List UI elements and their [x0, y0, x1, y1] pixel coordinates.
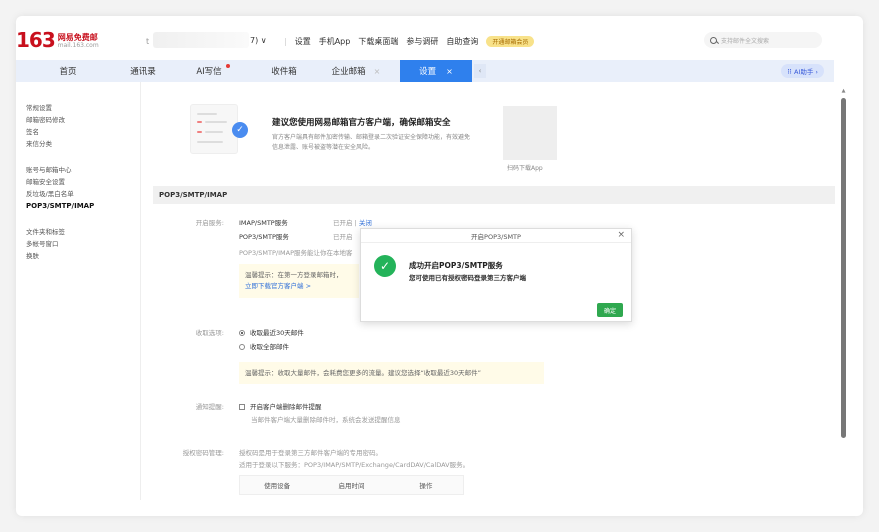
- notify-desc: 当邮件客户端大量删除邮件时，系统会发送提醒信息: [251, 416, 401, 424]
- top-links: | 设置 手机App 下载桌面端 参与调研 自助查询 开通邮箱会员: [284, 36, 535, 47]
- link-survey[interactable]: 参与调研: [406, 36, 438, 47]
- ai-helper-button[interactable]: ⠿ AI助手 ›: [781, 64, 824, 78]
- vip-button[interactable]: 开通邮箱会员: [486, 36, 535, 47]
- dialog-sub-message: 您可使用已有授权密码登录第三方客户端: [409, 274, 526, 282]
- success-dialog: 开启POP3/SMTP × ✓ 成功开启POP3/SMTP服务 您可使用已有授权…: [360, 228, 632, 322]
- sidebar-item-multi-account[interactable]: 多帐号窗口: [16, 238, 140, 250]
- col-enabled-time: 启用时间: [338, 482, 365, 490]
- scrollbar[interactable]: ▲: [841, 88, 846, 496]
- tab-home[interactable]: 首页: [16, 60, 120, 82]
- auth-table-header: 使用设备 启用时间 操作: [239, 475, 464, 495]
- link-desktop[interactable]: 下载桌面端: [358, 36, 398, 47]
- tab-ai-write-label: AI写信: [196, 67, 222, 77]
- sidebar-item-pop3[interactable]: POP3/SMTP/IMAP: [16, 200, 140, 212]
- auth-desc-1: 授权码是用于登录第三方邮件客户端的专用密码。: [239, 449, 382, 457]
- mail-logo[interactable]: 163 网易免费邮 mail.163.com: [16, 30, 99, 50]
- tab-close-icon[interactable]: ×: [446, 67, 453, 76]
- pop3-service: POP3/SMTP服务: [239, 233, 289, 241]
- radio-icon: [239, 344, 245, 350]
- tab-more-icon[interactable]: ‹: [474, 64, 486, 78]
- dialog-header: 开启POP3/SMTP ×: [361, 229, 631, 243]
- user-account-dropdown[interactable]: 7) ∨: [250, 36, 267, 45]
- auth-label: 授权密码管理:: [182, 449, 224, 457]
- imap-status: 已开启 | 关闭: [333, 219, 372, 227]
- tab-enterprise[interactable]: 企业邮箱 ×: [318, 60, 394, 82]
- tab-inbox[interactable]: 收件箱: [260, 60, 308, 82]
- imap-close-link[interactable]: 关闭: [359, 219, 372, 227]
- client-tip: 温馨提示：在第一方登录邮箱时，: [245, 271, 343, 279]
- client-tip-box: 温馨提示：在第一方登录邮箱时， 立即下载官方客户端 >: [239, 264, 359, 298]
- link-mobile-app[interactable]: 手机App: [319, 36, 351, 47]
- logo-cn: 网易免费邮: [57, 33, 98, 42]
- scroll-thumb[interactable]: [841, 98, 846, 438]
- imap-service: IMAP/SMTP服务: [239, 219, 288, 227]
- ok-button[interactable]: 确定: [597, 303, 623, 317]
- sidebar-item-signature[interactable]: 签名: [16, 126, 140, 138]
- sidebar-item-security[interactable]: 邮箱安全设置: [16, 176, 140, 188]
- pop3-status: 已开启: [333, 233, 353, 241]
- client-illustration: [190, 104, 238, 154]
- scroll-up-icon[interactable]: ▲: [841, 88, 846, 94]
- checkbox-icon: [239, 404, 245, 410]
- tab-settings-label: 设置: [419, 67, 437, 77]
- link-self-help[interactable]: 自助查询: [446, 36, 478, 47]
- sidebar-item-filter[interactable]: 来信分类: [16, 138, 140, 150]
- sidebar-item-antispam[interactable]: 反垃圾/黑白名单: [16, 188, 140, 200]
- auth-desc-2: 适用于登录以下服务：POP3/IMAP/SMTP/Exchange/CardDA…: [239, 461, 470, 469]
- search-icon: [710, 36, 717, 44]
- receive-tip: 温馨提示：收取大量邮件，会耗费您更多的流量。建议您选择“收取最近30天邮件”: [239, 362, 544, 384]
- tab-ai-write[interactable]: AI写信: [166, 60, 252, 82]
- success-check-icon: ✓: [374, 255, 396, 277]
- support-note: POP3/SMTP/IMAP服务能让你在本地客: [239, 249, 353, 257]
- receive-label: 收取选项:: [195, 329, 224, 337]
- tab-bar: 首页 通讯录 AI写信 收件箱 企业邮箱 × 设置 × ‹ ⠿ AI助手 ›: [16, 60, 834, 82]
- tab-close-icon[interactable]: ×: [374, 67, 381, 76]
- open-service-label: 开启服务:: [195, 219, 224, 227]
- search-input[interactable]: 支持邮件全文搜索: [704, 32, 822, 48]
- search-placeholder: 支持邮件全文搜索: [721, 37, 770, 45]
- qr-caption: 扫码下载App: [507, 165, 543, 172]
- notify-checkbox[interactable]: 开启客户端删除邮件提醒: [239, 401, 322, 411]
- logo-number: 163: [16, 28, 56, 52]
- user-account-blurred[interactable]: [153, 32, 249, 48]
- sidebar-item-account-center[interactable]: 账号与邮箱中心: [16, 164, 140, 176]
- new-dot-icon: [226, 64, 230, 68]
- tab-contacts[interactable]: 通讯录: [120, 60, 166, 82]
- promo-desc: 官方客户端具有邮件加密传输、邮箱登录二次验证安全保障功能，有效避免信息泄露、账号…: [272, 134, 471, 151]
- qr-code: [503, 106, 557, 160]
- tab-settings[interactable]: 设置 ×: [400, 60, 472, 82]
- radio-selected-icon: [239, 330, 245, 336]
- dialog-message: 成功开启POP3/SMTP服务: [409, 261, 503, 270]
- settings-sidebar: 常规设置 邮箱密码修改 签名 来信分类 账号与邮箱中心 邮箱安全设置 反垃圾/黑…: [16, 82, 141, 500]
- receive-option-30days[interactable]: 收取最近30天邮件: [239, 327, 304, 337]
- section-title: POP3/SMTP/IMAP: [153, 186, 835, 204]
- shield-check-icon: ✓: [232, 122, 248, 138]
- sidebar-item-folders[interactable]: 文件夹和标签: [16, 226, 140, 238]
- logo-domain: mail.163.com: [57, 42, 99, 49]
- download-client-link[interactable]: 立即下载官方客户端 >: [245, 281, 353, 292]
- tab-enterprise-label: 企业邮箱: [331, 67, 366, 77]
- top-header: 163 网易免费邮 mail.163.com t 7) ∨ | 设置 手机App…: [16, 28, 834, 58]
- sidebar-item-password[interactable]: 邮箱密码修改: [16, 114, 140, 126]
- sidebar-item-general[interactable]: 常规设置: [16, 102, 140, 114]
- user-prefix: t: [146, 37, 150, 46]
- col-device: 使用设备: [264, 482, 291, 490]
- receive-option-all[interactable]: 收取全部邮件: [239, 341, 289, 351]
- notify-label: 通知提醒:: [195, 403, 224, 411]
- sidebar-item-skin[interactable]: 换肤: [16, 250, 140, 262]
- promo-title: 建议您使用网易邮箱官方客户端，确保邮箱安全: [272, 118, 451, 128]
- close-icon[interactable]: ×: [617, 230, 625, 240]
- dialog-title: 开启POP3/SMTP: [471, 232, 521, 241]
- link-settings[interactable]: 设置: [295, 36, 311, 47]
- col-action: 操作: [419, 482, 433, 490]
